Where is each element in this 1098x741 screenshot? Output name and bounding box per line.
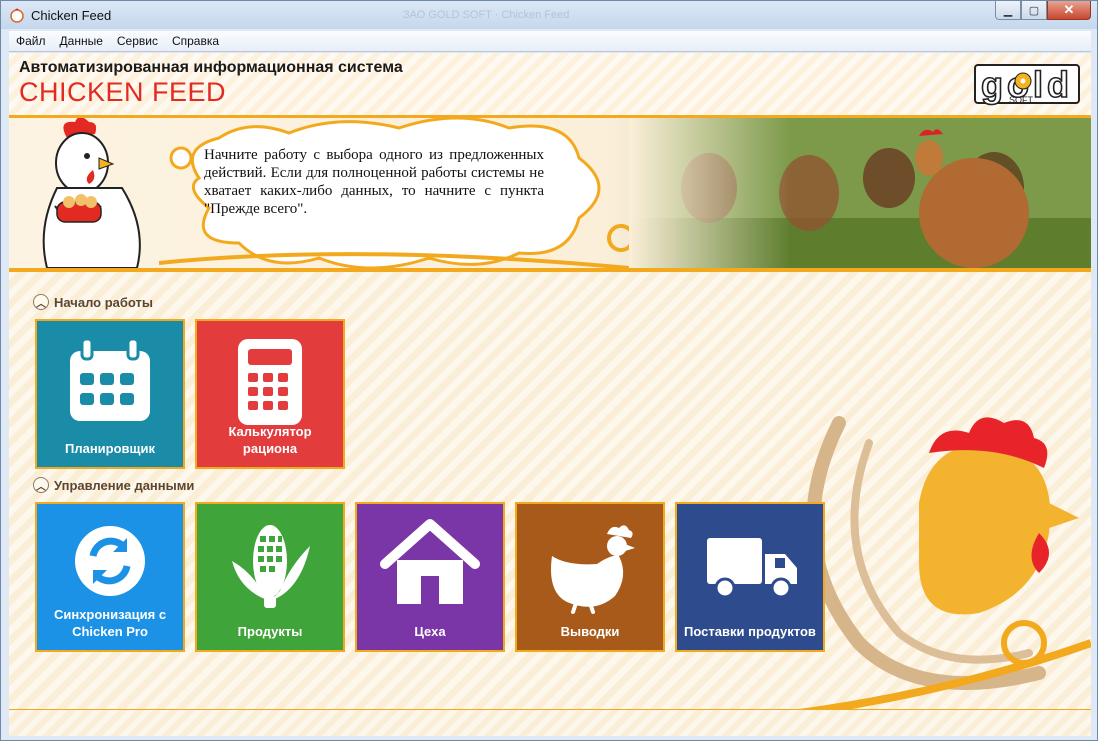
close-button[interactable]: ✕	[1047, 1, 1091, 20]
tile-product-deliveries[interactable]: Поставки продуктов	[675, 502, 825, 652]
tile-sync-label: Синхронизация с Chicken Pro	[53, 607, 167, 639]
tile-workshops[interactable]: Цеха	[355, 502, 505, 652]
tile-products-label: Продукты	[237, 624, 303, 639]
menu-file[interactable]: Файл	[9, 34, 53, 48]
section-data-title: Управление данными	[54, 477, 195, 493]
tile-planner[interactable]: Планировщик	[35, 319, 185, 469]
app-header: Автоматизированная информационная систем…	[9, 53, 1091, 118]
rooster-decoration	[799, 416, 1091, 713]
tile-broods-label: Выводки	[560, 624, 620, 639]
tile-workshops-label: Цеха	[414, 624, 446, 639]
tile-planner-label: Планировщик	[64, 441, 156, 456]
menu-data[interactable]: Данные	[53, 34, 110, 48]
tile-product-deliveries-label: Поставки продуктов	[684, 624, 816, 639]
calendar-icon	[70, 337, 150, 421]
menu-help[interactable]: Справка	[165, 34, 226, 48]
section-start-header[interactable]: ︿ Начало работы	[33, 294, 153, 310]
title-bar[interactable]: Chicken Feed ЗАО GOLD SOFT · Chicken Fee…	[1, 1, 1097, 29]
window-title: Chicken Feed	[31, 8, 112, 23]
sync-icon	[75, 526, 145, 596]
tile-products[interactable]: Продукты	[195, 502, 345, 652]
chicken-mascot	[42, 118, 141, 268]
menu-service[interactable]: Сервис	[110, 34, 165, 48]
tile-ration-calculator-label: Калькулятор рациона	[228, 424, 312, 456]
gold-soft-logo: gold SOFT	[974, 63, 1080, 106]
app-icon	[10, 8, 24, 23]
hen-icon	[551, 525, 635, 614]
app-title: CHICKEN FEED	[19, 77, 227, 107]
menu-bar: Файл Данные Сервис Справка	[9, 31, 1091, 52]
maximize-button[interactable]: ▢	[1021, 1, 1047, 20]
tile-ration-calculator[interactable]: Калькулятор рациона	[195, 319, 345, 469]
svg-text:SOFT: SOFT	[1009, 95, 1034, 105]
tile-broods[interactable]: Выводки	[515, 502, 665, 652]
footer-bar	[9, 709, 1091, 736]
section-start-title: Начало работы	[54, 294, 153, 310]
app-window: Chicken Feed ЗАО GOLD SOFT · Chicken Fee…	[0, 0, 1098, 741]
client-area: Автоматизированная информационная систем…	[9, 53, 1091, 736]
house-icon	[380, 519, 480, 604]
window-ghost-title: ЗАО GOLD SOFT · Chicken Feed	[403, 9, 570, 21]
collapse-chevron-icon[interactable]: ︿	[33, 294, 49, 310]
truck-icon	[707, 538, 797, 599]
banner-message: Начните работу с выбора одного из предло…	[204, 147, 544, 217]
collapse-chevron-icon[interactable]: ︿	[33, 477, 49, 493]
section-data-header[interactable]: ︿ Управление данными	[33, 477, 194, 493]
tile-sync-chicken-pro[interactable]: Синхронизация с Chicken Pro	[35, 502, 185, 652]
corn-icon	[232, 525, 310, 608]
calculator-icon	[238, 339, 302, 425]
hens-photo	[629, 118, 1091, 268]
minimize-button[interactable]: ▁	[995, 1, 1021, 20]
header-subtitle: Автоматизированная информационная систем…	[19, 59, 403, 76]
welcome-banner: Начните работу с выбора одного из предло…	[9, 118, 1091, 272]
